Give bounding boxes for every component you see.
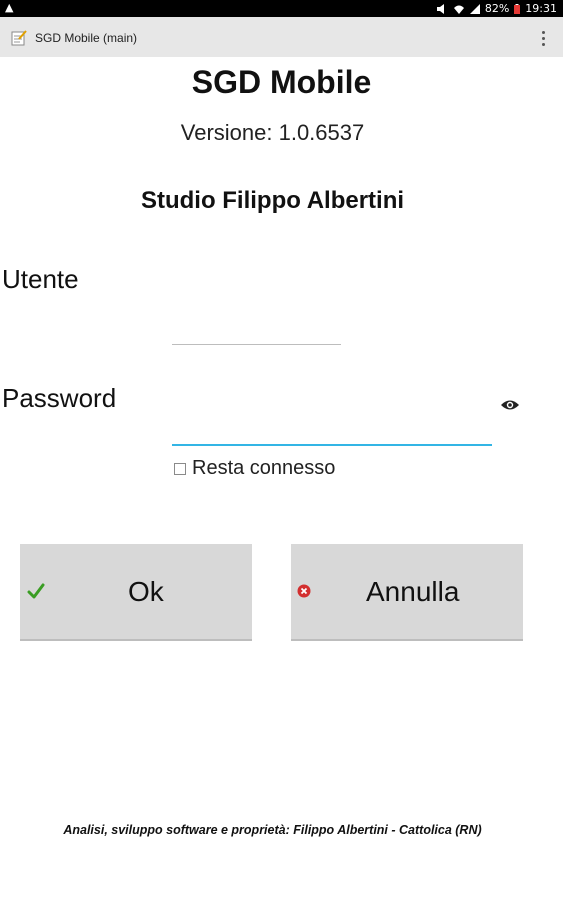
- mute-icon: [436, 3, 444, 14]
- status-bar: ▲ 82% 19:31: [0, 0, 563, 17]
- show-password-eye-icon[interactable]: [500, 398, 520, 412]
- cancel-x-icon: [297, 584, 311, 598]
- ok-button[interactable]: Ok: [20, 544, 252, 641]
- ok-button-label: Ok: [128, 576, 164, 607]
- cancel-button[interactable]: Annulla: [291, 544, 523, 641]
- wifi-icon: [453, 5, 464, 14]
- battery-icon: [514, 3, 521, 14]
- checkmark-icon: [27, 583, 45, 599]
- checkbox-box[interactable]: [174, 462, 186, 475]
- user-input[interactable]: [172, 316, 341, 345]
- status-icons: 82% 19:31: [436, 2, 557, 15]
- overflow-menu-icon[interactable]: [535, 28, 551, 48]
- remember-me-label: Resta connesso: [192, 457, 336, 479]
- clock: 19:31: [525, 2, 557, 15]
- signal-icon: [469, 3, 480, 14]
- version-text: Versione: 1.0.6537: [180, 120, 365, 145]
- footer-credits: Analisi, sviluppo software e proprietà: …: [63, 823, 482, 837]
- cancel-button-label: Annulla: [366, 576, 460, 607]
- notepad-icon: [11, 30, 27, 46]
- user-label: Utente: [2, 264, 79, 294]
- app-name: SGD Mobile: [191, 64, 372, 100]
- warning-icon: ▲: [5, 1, 14, 14]
- window-title: SGD Mobile (main): [35, 31, 138, 45]
- password-label: Password: [2, 383, 117, 413]
- password-input[interactable]: [172, 414, 492, 446]
- battery-percent: 82%: [484, 2, 510, 15]
- remember-me-checkbox[interactable]: Resta connesso: [174, 457, 335, 480]
- studio-name: Studio Filippo Albertini: [140, 187, 405, 214]
